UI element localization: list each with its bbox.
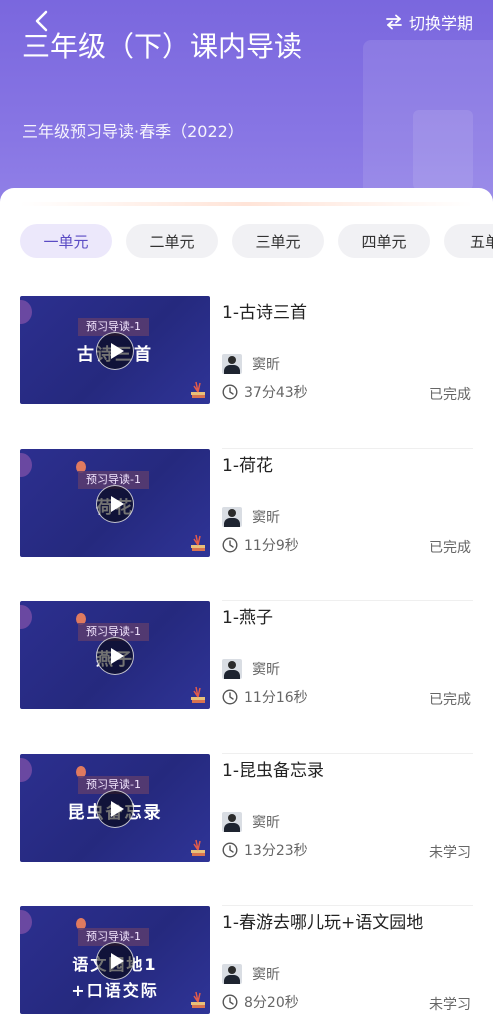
lesson-title[interactable]: 1-春游去哪儿玩+语文园地 bbox=[222, 908, 423, 933]
clock-icon bbox=[222, 689, 238, 705]
play-icon[interactable] bbox=[96, 637, 134, 675]
switch-semester-button[interactable]: 切换学期 bbox=[385, 10, 473, 34]
duration-text: 8分20秒 bbox=[244, 995, 299, 1011]
decorative-shape bbox=[20, 757, 32, 782]
clock-icon bbox=[222, 384, 238, 400]
books-icon bbox=[191, 686, 205, 703]
lesson-duration: 11分9秒 bbox=[222, 535, 299, 555]
tab-unit-1[interactable]: 一单元 bbox=[20, 224, 112, 258]
page-title: 三年级（下）课内导读 bbox=[22, 30, 303, 63]
clock-icon bbox=[222, 841, 238, 858]
teacher-name: 窦昕 bbox=[252, 967, 280, 983]
tab-unit-2[interactable]: 二单元 bbox=[126, 224, 218, 258]
lesson-status: 已完成 bbox=[429, 539, 471, 556]
duration-text: 13分23秒 bbox=[244, 842, 308, 859]
teacher-avatar bbox=[222, 506, 242, 527]
teacher-name: 窦昕 bbox=[252, 357, 280, 373]
teacher-info: 窦昕 bbox=[222, 964, 280, 984]
lesson-title[interactable]: 1-荷花 bbox=[222, 451, 273, 476]
tab-unit-5[interactable]: 五单 bbox=[444, 224, 493, 258]
decorative-shape bbox=[20, 605, 32, 629]
page-subtitle: 三年级预习导读·春季（2022） bbox=[22, 122, 244, 141]
duration-text: 37分43秒 bbox=[244, 385, 308, 401]
lesson-status: 已完成 bbox=[429, 692, 471, 708]
unit-tabs: 一单元 二单元 三单元 四单元 五单 bbox=[20, 224, 493, 258]
tab-unit-3[interactable]: 三单元 bbox=[232, 224, 324, 258]
lesson-item[interactable]: 预习导读-1 古诗三首 1-古诗三首 窦昕 37分43秒 已完成 bbox=[0, 296, 493, 449]
teacher-info: 窦昕 bbox=[222, 506, 280, 527]
lesson-duration: 11分16秒 bbox=[222, 687, 308, 707]
content-panel: 一单元 二单元 三单元 四单元 五单 预习导读-1 古诗三首 1-古诗三首 窦昕… bbox=[0, 188, 493, 1024]
teacher-name: 窦昕 bbox=[252, 814, 280, 831]
play-icon[interactable] bbox=[96, 332, 134, 370]
lesson-thumbnail[interactable]: 预习导读-1 昆虫备忘录 bbox=[20, 753, 210, 862]
clock-icon bbox=[222, 994, 238, 1010]
lesson-duration: 8分20秒 bbox=[222, 992, 299, 1012]
teacher-name: 窦昕 bbox=[252, 662, 280, 678]
decorative-shape bbox=[20, 452, 32, 477]
books-icon bbox=[191, 991, 205, 1008]
lesson-thumbnail[interactable]: 预习导读-1 古诗三首 bbox=[20, 296, 210, 404]
books-icon bbox=[191, 381, 205, 398]
lesson-title[interactable]: 1-燕子 bbox=[222, 603, 273, 628]
teacher-avatar bbox=[222, 964, 242, 984]
lesson-duration: 37分43秒 bbox=[222, 382, 308, 402]
swap-icon bbox=[386, 14, 402, 30]
lesson-thumbnail[interactable]: 预习导读-1 荷花 bbox=[20, 448, 210, 557]
play-icon[interactable] bbox=[96, 942, 134, 980]
teacher-avatar bbox=[222, 659, 242, 679]
lesson-thumbnail[interactable]: 预习导读-1 语文园地1 +口语交际 bbox=[20, 906, 210, 1014]
decorative-shape bbox=[20, 300, 32, 324]
lesson-duration: 13分23秒 bbox=[222, 840, 308, 860]
lesson-status: 已完成 bbox=[429, 387, 471, 403]
teacher-info: 窦昕 bbox=[222, 659, 280, 679]
teacher-name: 窦昕 bbox=[252, 509, 280, 526]
thumbnail-title-line2: +口语交际 bbox=[71, 981, 159, 1000]
books-icon bbox=[191, 534, 205, 551]
lesson-item[interactable]: 预习导读-1 语文园地1 +口语交际 1-春游去哪儿玩+语文园地 窦昕 8分20… bbox=[0, 906, 493, 1024]
decorative-shape bbox=[413, 110, 473, 190]
duration-text: 11分16秒 bbox=[244, 690, 308, 706]
switch-semester-label: 切换学期 bbox=[408, 14, 473, 33]
teacher-avatar bbox=[222, 811, 242, 832]
lesson-status: 未学习 bbox=[429, 844, 471, 861]
lesson-item[interactable]: 预习导读-1 昆虫备忘录 1-昆虫备忘录 窦昕 13分23秒 未学习 bbox=[0, 753, 493, 907]
lesson-item[interactable]: 预习导读-1 燕子 1-燕子 窦昕 11分16秒 已完成 bbox=[0, 601, 493, 754]
tab-unit-4[interactable]: 四单元 bbox=[338, 224, 430, 258]
lesson-status: 未学习 bbox=[429, 997, 471, 1013]
decorative-shape bbox=[20, 910, 32, 934]
play-icon[interactable] bbox=[96, 789, 134, 828]
lesson-item[interactable]: 预习导读-1 荷花 1-荷花 窦昕 11分9秒 已完成 bbox=[0, 448, 493, 602]
play-icon[interactable] bbox=[96, 484, 134, 523]
lesson-thumbnail[interactable]: 预习导读-1 燕子 bbox=[20, 601, 210, 709]
lesson-title[interactable]: 1-昆虫备忘录 bbox=[222, 756, 324, 781]
clock-icon bbox=[222, 536, 238, 553]
duration-text: 11分9秒 bbox=[244, 537, 299, 554]
lesson-title[interactable]: 1-古诗三首 bbox=[222, 298, 307, 323]
teacher-avatar bbox=[222, 354, 242, 374]
teacher-info: 窦昕 bbox=[222, 811, 280, 832]
books-icon bbox=[191, 839, 205, 856]
decorative-accent-line bbox=[20, 202, 473, 206]
teacher-info: 窦昕 bbox=[222, 354, 280, 374]
lesson-list: 预习导读-1 古诗三首 1-古诗三首 窦昕 37分43秒 已完成 预习导读-1 bbox=[0, 296, 493, 1024]
